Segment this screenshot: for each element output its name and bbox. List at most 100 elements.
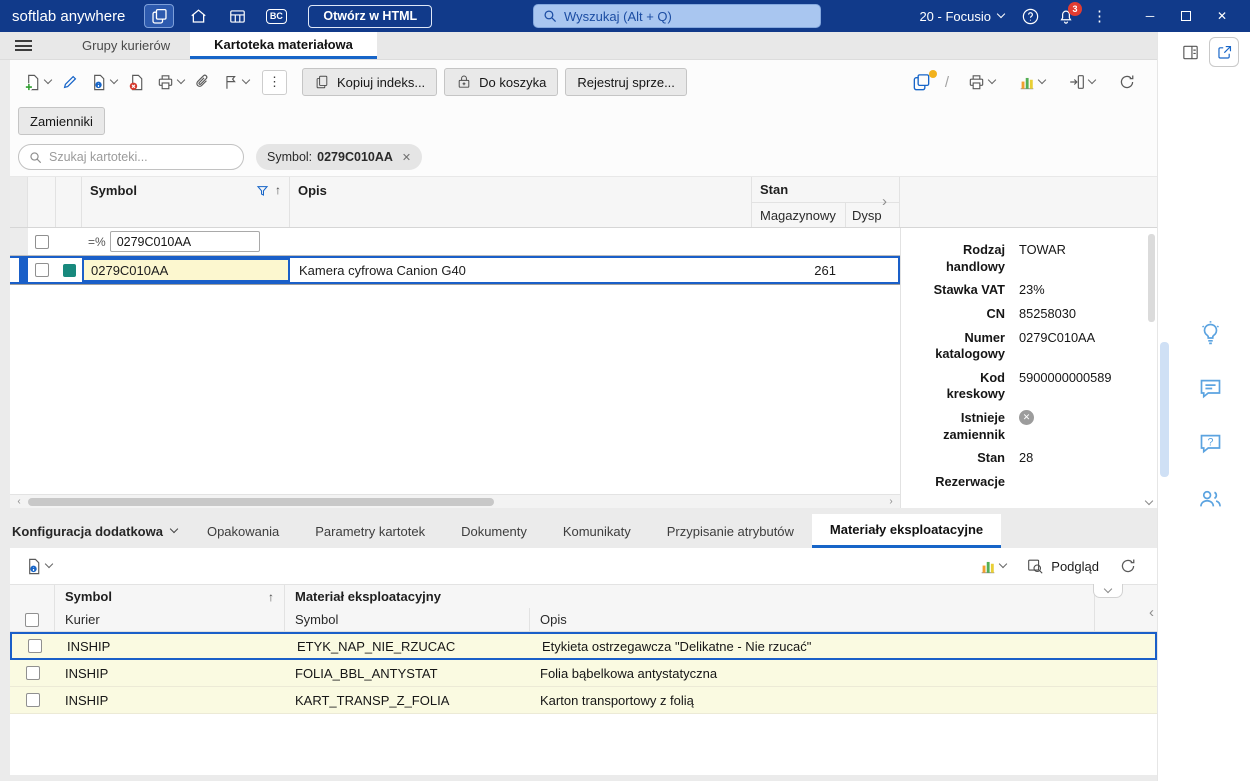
tab-parametry-kartotek[interactable]: Parametry kartotek [297, 514, 443, 548]
preview-button[interactable]: Podgląd [1026, 557, 1099, 575]
details-scrollbar-thumb[interactable] [1148, 234, 1155, 322]
minimize-button[interactable]: ─ [1132, 9, 1168, 23]
tab-opakowania[interactable]: Opakowania [189, 514, 297, 548]
share-button[interactable] [1209, 37, 1239, 67]
more-menu-button[interactable]: ⋮ [1092, 9, 1107, 24]
kartoteka-search-input[interactable] [49, 150, 233, 164]
expand-columns-icon[interactable]: › [882, 193, 887, 210]
flag-button[interactable] [217, 69, 254, 95]
materials-analysis-button[interactable] [974, 553, 1011, 579]
vertical-scrollbar-thumb[interactable] [1160, 342, 1169, 477]
apps-grid-button[interactable] [222, 4, 252, 28]
materials-info-button[interactable] [19, 553, 57, 580]
scrollbar-thumb[interactable] [28, 497, 494, 506]
detail-field: Stawka VAT 23% [929, 282, 1141, 299]
kartoteka-search[interactable] [18, 144, 244, 170]
remove-filter-icon[interactable]: ✕ [402, 151, 411, 164]
material-row-selected[interactable]: INSHIP ETYK_NAP_NIE_RZUCAC Etykieta ostr… [10, 632, 1157, 660]
new-record-button[interactable] [18, 69, 56, 96]
attachments-button[interactable] [189, 69, 217, 95]
opis-column-label: Opis [298, 182, 327, 198]
column-header-magazynowy[interactable]: Magazynowy [752, 203, 846, 227]
delete-record-button[interactable] [122, 69, 151, 96]
help-chat-button[interactable]: ? [1197, 430, 1224, 457]
modules-button[interactable] [144, 4, 175, 28]
group-header-symbol[interactable]: Symbol ↑ [55, 585, 285, 608]
column-header-material-symbol[interactable]: Symbol [285, 608, 530, 631]
row-checkbox[interactable] [27, 639, 42, 653]
select-all-checkbox[interactable] [35, 234, 49, 249]
analysis-button[interactable] [1013, 69, 1050, 95]
tab-komunikaty[interactable]: Komunikaty [545, 514, 649, 548]
filter-chip-symbol[interactable]: Symbol: 0279C010AA ✕ [256, 144, 423, 170]
filter-funnel-icon[interactable] [256, 184, 269, 197]
register-sale-button[interactable]: Rejestruj sprze... [565, 68, 687, 96]
tab-materialy-eksploatacyjne[interactable]: Materiały eksploatacyjne [811, 514, 1002, 548]
column-header-dysp[interactable]: Dysp [846, 203, 899, 227]
profile-menu[interactable]: 20 - Focusio [919, 9, 1006, 24]
view-switch-button[interactable] [911, 69, 937, 93]
symbol-filter-input[interactable] [109, 231, 260, 252]
flag-icon [226, 76, 236, 89]
more-actions-button[interactable]: ⋮ [262, 69, 287, 95]
details-scroll-down-icon[interactable] [1144, 496, 1154, 506]
help-button[interactable] [1021, 7, 1040, 26]
group-header-material[interactable]: Materiał eksploatacyjny [285, 585, 1095, 608]
sort-asc-icon[interactable]: ↑ [275, 184, 281, 196]
open-in-html-button[interactable]: Otwórz w HTML [308, 4, 433, 28]
ideas-button[interactable] [1197, 320, 1224, 347]
sidebar-help-icons: ? [1170, 320, 1250, 512]
add-document-icon [25, 74, 39, 91]
print-view-button[interactable] [962, 69, 1000, 96]
filter-operator[interactable]: =% [82, 228, 106, 255]
b-c-module-button[interactable]: BC [261, 4, 291, 28]
column-header-kurier[interactable]: Kurier [55, 608, 285, 631]
global-search[interactable] [533, 4, 821, 28]
config-dropdown[interactable]: Konfiguracja dodatkowa [10, 514, 189, 548]
notifications-button[interactable]: 3 [1057, 2, 1082, 25]
main-menu-button[interactable] [0, 32, 46, 59]
materials-refresh-button[interactable] [1114, 553, 1142, 579]
feedback-button[interactable] [1197, 375, 1224, 402]
top-bar: softlab anywhere BC Otwórz w HTML 20 - F… [0, 0, 1250, 32]
row-checkbox[interactable] [25, 666, 40, 680]
tab-dokumenty[interactable]: Dokumenty [443, 514, 545, 548]
material-row[interactable]: INSHIP KART_TRANSP_Z_FOLIA Karton transp… [10, 687, 1157, 714]
export-button[interactable] [1063, 69, 1100, 95]
add-to-basket-button[interactable]: Do koszyka [444, 68, 559, 96]
panel-layout-button[interactable] [1181, 43, 1200, 62]
scroll-right-icon[interactable]: › [885, 496, 897, 507]
row-checkbox[interactable] [35, 263, 49, 277]
column-header-material-opis[interactable]: Opis [530, 608, 1095, 631]
row-checkbox[interactable] [25, 693, 40, 707]
substitutes-button[interactable]: Zamienniki [18, 107, 105, 135]
refresh-button[interactable] [1113, 69, 1141, 95]
column-header-stan[interactable]: Stan Magazynowy Dysp [752, 177, 900, 227]
edit-record-button[interactable] [56, 69, 84, 95]
materials-select-all-checkbox[interactable] [25, 612, 39, 627]
column-header-opis[interactable]: Opis [290, 177, 752, 227]
print-button[interactable] [151, 69, 189, 96]
copy-index-button[interactable]: Kopiuj indeks... [302, 68, 438, 96]
horizontal-scrollbar[interactable]: ‹ › [10, 494, 900, 508]
home-button[interactable] [183, 4, 213, 28]
materials-toolbar: Podgląd [10, 548, 1157, 584]
material-row[interactable]: INSHIP FOLIA_BBL_ANTYSTAT Folia bąbelkow… [10, 660, 1157, 687]
close-button[interactable]: ✕ [1204, 9, 1240, 23]
contacts-button[interactable] [1197, 485, 1224, 512]
scrollbar-track[interactable] [25, 497, 885, 507]
collapse-panel-button[interactable] [1093, 584, 1123, 598]
tab-kartoteka-materialowa[interactable]: Kartoteka materiałowa [190, 32, 377, 59]
sort-asc-icon[interactable]: ↑ [268, 591, 274, 603]
maximize-button[interactable] [1168, 11, 1204, 21]
tab-przypisanie-atrybutow[interactable]: Przypisanie atrybutów [649, 514, 812, 548]
bc-icon: BC [265, 8, 287, 24]
collapse-columns-icon[interactable]: ‹ [1149, 604, 1154, 621]
scroll-left-icon[interactable]: ‹ [13, 496, 25, 507]
global-search-input[interactable] [564, 8, 811, 24]
grid-row-selected[interactable]: 0279C010AA Kamera cyfrowa Canion G40 261 [10, 256, 900, 284]
record-info-button[interactable] [84, 69, 122, 96]
column-header-symbol[interactable]: Symbol ↑ [82, 177, 290, 227]
notification-dot [928, 69, 937, 78]
tab-grupy-kurierow[interactable]: Grupy kurierów [62, 32, 190, 59]
